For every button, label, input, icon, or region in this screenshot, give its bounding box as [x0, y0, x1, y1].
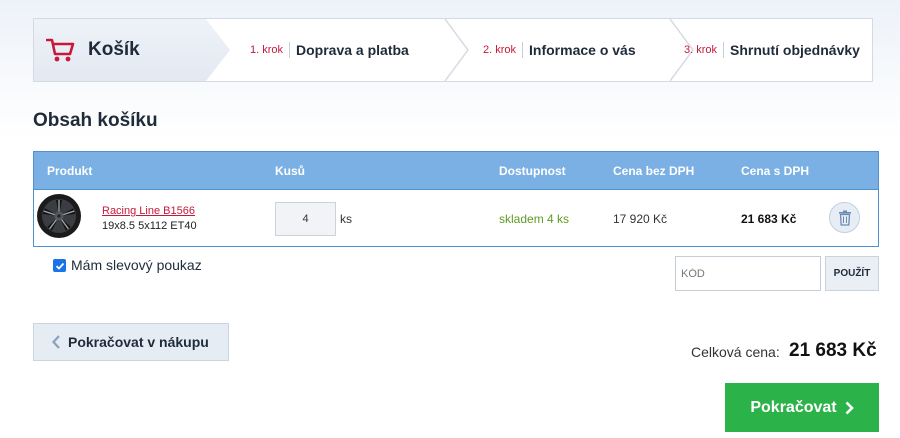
- continue-shopping-label: Pokračovat v nákupu: [68, 334, 209, 350]
- remove-item-button[interactable]: [829, 202, 860, 233]
- total-label: Celková cena:: [691, 344, 780, 360]
- table-row: Racing Line B1566 19x8.5 5x112 ET40 ks s…: [34, 190, 878, 246]
- column-header-price-net: Cena bez DPH: [613, 164, 695, 178]
- column-header-price-gross: Cena s DPH: [741, 164, 810, 178]
- step-label: Doprava a platba: [296, 42, 409, 58]
- table-header: Produkt Kusů Dostupnost Cena bez DPH Cen…: [34, 152, 878, 190]
- price-with-vat: 21 683 Kč: [741, 212, 797, 226]
- step-label: Shrnutí objednávky: [730, 42, 860, 58]
- page-title: Obsah košíku: [33, 110, 158, 131]
- quantity-input[interactable]: [275, 202, 336, 236]
- column-header-product: Produkt: [47, 164, 93, 178]
- cart-table: Produkt Kusů Dostupnost Cena bez DPH Cen…: [33, 151, 879, 247]
- product-spec: 19x8.5 5x112 ET40: [102, 220, 197, 232]
- step-number: 1. krok: [250, 44, 284, 56]
- trash-icon: [838, 210, 851, 226]
- checkmark-icon: [55, 262, 64, 270]
- cart-icon: [46, 38, 75, 62]
- step-cart[interactable]: Košík: [34, 19, 230, 81]
- checkout-label: Pokračovat: [750, 398, 837, 416]
- step-separator: [289, 42, 291, 58]
- voucher-checkbox[interactable]: [53, 259, 66, 272]
- product-image[interactable]: [36, 193, 82, 239]
- voucher-label[interactable]: Mám slevový poukaz: [71, 257, 202, 273]
- continue-shopping-button[interactable]: Pokračovat v nákupu: [33, 323, 229, 361]
- price-without-vat: 17 920 Kč: [613, 212, 668, 226]
- step-label: Informace o vás: [529, 42, 636, 58]
- product-link[interactable]: Racing Line B1566: [102, 205, 195, 217]
- step-number: 3. krok: [684, 44, 718, 56]
- column-header-availability: Dostupnost: [499, 164, 566, 178]
- apply-voucher-button[interactable]: POUŽÍT: [825, 256, 879, 291]
- quantity-unit: ks: [340, 212, 352, 226]
- total-value: 21 683 Kč: [789, 340, 877, 361]
- step-number: 2. krok: [483, 44, 517, 56]
- chevron-right-icon: [845, 401, 854, 414]
- step-separator: [723, 42, 725, 58]
- column-header-quantity: Kusů: [275, 164, 305, 178]
- voucher-code-input[interactable]: [675, 256, 821, 291]
- step-order-summary[interactable]: 3. krok Shrnutí objednávky: [684, 19, 860, 81]
- step-chevron-divider: [444, 19, 469, 81]
- chevron-left-icon: [52, 335, 60, 349]
- checkout-button[interactable]: Pokračovat: [725, 383, 879, 432]
- step-shipping-payment[interactable]: 1. krok Doprava a platba: [250, 19, 409, 81]
- availability-status: skladem 4 ks: [499, 212, 570, 226]
- checkout-steps: Košík 1. krok Doprava a platba 2. krok I…: [33, 18, 873, 82]
- step-customer-info[interactable]: 2. krok Informace o vás: [483, 19, 636, 81]
- step-separator: [522, 42, 524, 58]
- step-cart-label: Košík: [88, 39, 140, 60]
